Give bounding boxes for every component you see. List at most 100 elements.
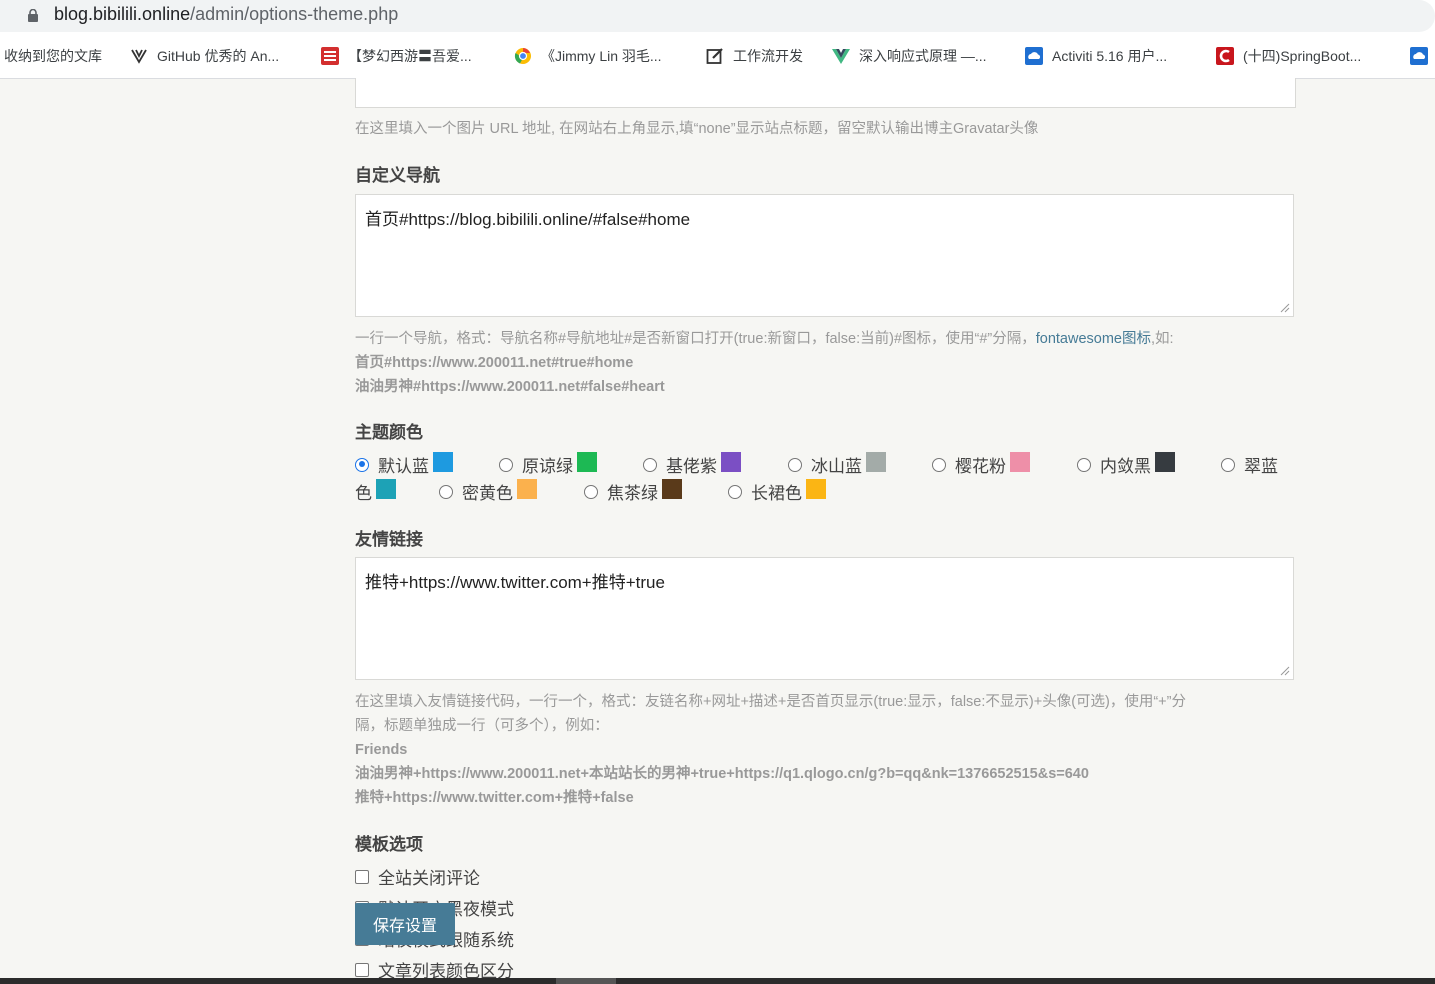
edit-icon (706, 48, 723, 64)
color-swatch (721, 451, 741, 472)
color-option-label: 长裙色 (751, 484, 802, 503)
links-example-1: Friends (355, 738, 407, 762)
radio-button[interactable] (499, 457, 513, 472)
logo-url-help: 在这里填入一个图片 URL 地址, 在网站右上角显示,填“none”显示站点标题… (355, 121, 1039, 137)
cloud-icon (1410, 47, 1428, 65)
color-option-black[interactable]: 内敛黑 (1077, 451, 1175, 477)
lock-icon[interactable] (28, 9, 38, 22)
cloud-icon (1025, 47, 1043, 65)
url-text[interactable]: blog.bibilili.online/admin/options-theme… (54, 4, 398, 25)
color-swatch (866, 451, 886, 472)
color-option-iceberg[interactable]: 冰山蓝 (788, 451, 886, 477)
color-option-purple[interactable]: 基佬紫 (643, 451, 741, 477)
bookmark-item[interactable]: (十四)SpringBoot... (1216, 45, 1361, 67)
color-option-label: 冰山蓝 (811, 457, 862, 476)
nav-textarea-value: 首页#https://blog.bibilili.online/#false#h… (365, 210, 691, 229)
nav-help-text: 一行一个导航，格式：导航名称#导航地址#是否新窗口打开(true:新窗口，fal… (355, 331, 1036, 347)
color-option-orange[interactable]: 长裙色 (728, 478, 826, 504)
nav-textarea[interactable]: 首页#https://blog.bibilili.online/#false#h… (355, 194, 1294, 317)
color-swatch (806, 478, 826, 499)
bookmarks-bar: 收纳到您的文库 GitHub 优秀的 An... 【梦幻西游〓吾爱... 《Ji… (0, 33, 1435, 79)
links-example-1-text: Friends (355, 742, 408, 758)
radio-button[interactable] (1077, 457, 1091, 472)
bookmark-item[interactable]: GitHub 优秀的 An... (130, 45, 279, 67)
radio-button[interactable] (728, 484, 742, 499)
chrome-icon (514, 48, 531, 64)
fontawesome-link[interactable]: fontawesome图标 (1036, 331, 1151, 347)
resize-handle-icon[interactable] (1280, 303, 1290, 313)
bookmark-label: Activiti 5.16 用户... (1052, 48, 1168, 64)
nav-help-suffix: ,如: (1151, 331, 1174, 347)
color-option-default-blue[interactable]: 默认蓝 (355, 451, 453, 477)
checkbox[interactable] (355, 869, 369, 884)
links-textarea[interactable]: 推特+https://www.twitter.com+推特+true (355, 557, 1294, 680)
radio-button[interactable] (584, 484, 598, 499)
option-disable-comments[interactable]: 全站关闭评论 (355, 864, 480, 889)
color-option-yellow[interactable]: 密黄色 (439, 478, 537, 504)
bookmark-item[interactable]: 【梦幻西游〓吾爱... (321, 45, 472, 67)
radio-button[interactable] (355, 457, 369, 472)
nav-example-1-text: 首页#https://www.200011.net#true#home (355, 355, 634, 371)
color-option-label: 焦茶绿 (607, 484, 658, 503)
csdn-icon (1216, 47, 1234, 65)
color-swatch (517, 478, 537, 499)
address-bar: blog.bibilili.online/admin/options-theme… (0, 0, 1435, 33)
color-swatch (577, 451, 597, 472)
links-example-3: 推特+https://www.twitter.com+推特+false (355, 786, 634, 810)
color-swatch (1155, 451, 1175, 472)
template-options-label: 模板选项 (355, 835, 423, 854)
horizontal-scrollbar[interactable] (0, 978, 1435, 984)
color-option-label: 原谅绿 (522, 457, 573, 476)
checkbox[interactable] (355, 962, 369, 977)
save-button[interactable]: 保存设置 (355, 903, 455, 945)
color-option-label: 内敛黑 (1100, 457, 1151, 476)
bookmark-label: 《Jimmy Lin 羽毛... (541, 48, 662, 64)
url-path: /admin/options-theme.php (190, 4, 399, 24)
links-example-2-text: 油油男神+https://www.200011.net+本站站长的男神+true… (355, 766, 1089, 782)
bookmark-item[interactable]: 收纳到您的文库 (4, 45, 102, 67)
color-option-cyan-cont[interactable]: 色 (355, 478, 396, 504)
radio-button[interactable] (1221, 457, 1235, 472)
bookmark-label: 【梦幻西游〓吾爱... (348, 48, 472, 64)
logo-url-input[interactable] (355, 78, 1296, 108)
color-option-label: 密黄色 (462, 484, 513, 503)
color-option-brown[interactable]: 焦茶绿 (584, 478, 682, 504)
nav-example-1: 首页#https://www.200011.net#true#home (355, 351, 633, 375)
color-option-cyan[interactable]: 翠蓝 (1221, 452, 1278, 477)
links-example-3-text: 推特+https://www.twitter.com+推特+false (355, 790, 634, 806)
bookmark-item[interactable]: 《Jimmy Lin 羽毛... (514, 45, 662, 67)
links-help-2: 隔，标题单独成一行（可多个），例如： (355, 718, 609, 734)
radio-button[interactable] (932, 457, 946, 472)
option-label: 全站关闭评论 (378, 869, 480, 888)
color-option-green[interactable]: 原谅绿 (499, 451, 597, 477)
nav-label: 自定义导航 (355, 166, 440, 185)
links-help-1: 在这里填入友情链接代码，一行一个，格式：友链名称+网址+描述+是否首页显示(tr… (355, 694, 1186, 710)
color-option-label: 默认蓝 (378, 457, 429, 476)
bookmark-item[interactable]: 深入响应式原理 —... (832, 45, 987, 67)
vue-icon (832, 49, 850, 64)
url-host: blog.bibilili.online (54, 4, 191, 24)
radio-button[interactable] (439, 484, 453, 499)
links-example-2: 油油男神+https://www.200011.net+本站站长的男神+true… (355, 762, 1089, 786)
scrollbar-thumb[interactable] (556, 978, 616, 984)
forum-icon (321, 47, 339, 65)
nav-example-2: 油油男神#https://www.200011.net#false#heart (355, 375, 665, 399)
resize-handle-icon[interactable] (1280, 666, 1290, 676)
color-swatch (662, 478, 682, 499)
github-icon (131, 49, 147, 64)
radio-button[interactable] (643, 457, 657, 472)
color-option-label: 基佬紫 (666, 457, 717, 476)
theme-color-label: 主题颜色 (355, 423, 423, 442)
color-swatch (433, 451, 453, 472)
bookmark-item[interactable]: Activiti 5.16 用户... (1025, 45, 1167, 67)
bookmark-item[interactable]: 工作流开发 (706, 45, 803, 67)
nav-example-2-text: 油油男神#https://www.200011.net#false#heart (355, 379, 665, 395)
color-option-label: 樱花粉 (955, 457, 1006, 476)
color-option-pink[interactable]: 樱花粉 (932, 451, 1030, 477)
color-swatch (1010, 451, 1030, 472)
bookmark-item[interactable] (1410, 45, 1435, 67)
color-option-label: 色 (355, 484, 372, 503)
bookmark-label: 深入响应式原理 —... (859, 48, 987, 64)
bookmark-label: GitHub 优秀的 An... (157, 48, 280, 64)
radio-button[interactable] (788, 457, 802, 472)
